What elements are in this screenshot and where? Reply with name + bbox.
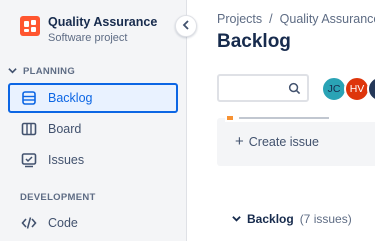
project-icon: [20, 16, 40, 36]
sidebar-item-label: Code: [48, 216, 78, 230]
sidebar-item-label: Board: [48, 122, 82, 136]
section-planning[interactable]: PLANNING: [8, 66, 75, 77]
sidebar: Quality Assurance Software project PLANN…: [0, 0, 187, 241]
issue-row[interactable]: [225, 116, 375, 122]
backlog-name: Backlog: [247, 212, 294, 226]
search-icon: [288, 82, 301, 100]
sidebar-item-label: Backlog: [48, 91, 93, 105]
avatar[interactable]: [367, 76, 375, 102]
sidebar-item-board[interactable]: Board: [8, 114, 178, 144]
create-issue-button[interactable]: + Create issue: [235, 134, 319, 149]
breadcrumb-project[interactable]: Quality Assurance: [280, 12, 375, 26]
section-planning-label: PLANNING: [23, 66, 76, 77]
chevron-left-icon: [182, 17, 190, 35]
board-icon: [20, 120, 38, 138]
sidebar-item-label: Issues: [48, 153, 85, 167]
sidebar-item-issues[interactable]: Issues: [8, 145, 178, 175]
backlog-issue-count: (7 issues): [299, 212, 352, 226]
section-development: DEVELOPMENT: [20, 192, 96, 203]
issue-summary: [239, 117, 329, 119]
backlog-icon: [20, 89, 38, 107]
issues-icon: [20, 151, 38, 169]
collapse-sidebar-button[interactable]: [175, 15, 197, 37]
sidebar-item-backlog[interactable]: Backlog: [8, 83, 178, 113]
backlog-section-header[interactable]: Backlog (7 issues): [232, 212, 352, 226]
sprint-panel: + Create issue: [217, 116, 375, 166]
chevron-down-icon: [8, 66, 17, 77]
breadcrumb-separator: /: [269, 12, 273, 26]
breadcrumb: Projects / Quality Assurance: [217, 12, 375, 26]
page-title: Backlog: [217, 31, 291, 52]
jira-backlog-page: Quality Assurance Software project PLANN…: [0, 0, 375, 241]
code-icon: [20, 214, 38, 232]
chevron-down-icon: [232, 214, 241, 225]
sidebar-item-code[interactable]: Code: [8, 208, 178, 238]
create-issue-label: Create issue: [248, 134, 319, 149]
project-header[interactable]: Quality Assurance Software project: [20, 14, 157, 46]
project-name: Quality Assurance: [48, 15, 158, 29]
breadcrumb-projects[interactable]: Projects: [217, 12, 262, 26]
plus-icon: +: [235, 133, 244, 150]
project-type: Software project: [48, 32, 128, 44]
issue-type-icon: [227, 116, 233, 120]
search-field[interactable]: [217, 74, 309, 102]
